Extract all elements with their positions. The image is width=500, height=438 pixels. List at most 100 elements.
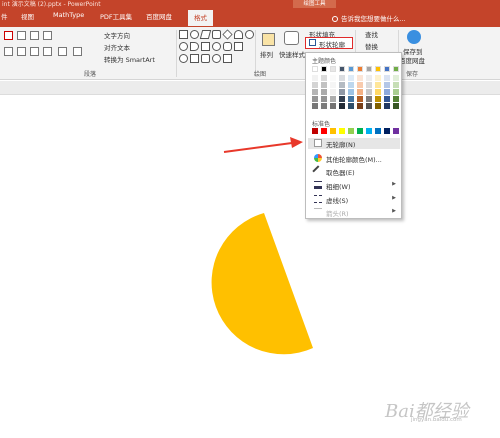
theme-color-swatch[interactable] [348, 96, 354, 102]
no-outline-item[interactable]: 无轮廓(N) [308, 138, 400, 149]
star-shape-icon[interactable] [223, 54, 232, 63]
shapes-gallery[interactable] [179, 29, 254, 64]
theme-color-swatch[interactable] [375, 96, 381, 102]
quick-styles-icon[interactable] [284, 31, 299, 45]
standard-color-swatch[interactable] [357, 128, 363, 134]
standard-color-swatch[interactable] [384, 128, 390, 134]
standard-color-swatch[interactable] [321, 128, 327, 134]
theme-color-swatch[interactable] [339, 82, 345, 88]
bullet-list-icon[interactable] [4, 31, 13, 40]
ring-shape-icon[interactable] [179, 42, 188, 51]
line-spacing-icon[interactable] [73, 47, 82, 56]
theme-color-swatch[interactable] [357, 103, 363, 109]
theme-color-swatch[interactable] [393, 89, 399, 95]
smiley-shape-icon[interactable] [212, 42, 221, 51]
circle-shape-icon[interactable] [245, 30, 254, 39]
theme-color-swatch[interactable] [312, 89, 318, 95]
arch-shape-icon[interactable] [234, 30, 243, 39]
theme-color-swatch[interactable] [330, 96, 336, 102]
theme-color-swatch[interactable] [339, 66, 345, 72]
theme-color-swatch[interactable] [366, 82, 372, 88]
theme-color-swatch[interactable] [366, 75, 372, 81]
cloud-shape-icon[interactable] [201, 54, 210, 63]
theme-color-swatch[interactable] [330, 66, 336, 72]
dashes-item[interactable]: 虚线(S) ▶ [308, 194, 400, 205]
standard-color-swatch[interactable] [366, 128, 372, 134]
triangle-shape-icon[interactable] [190, 54, 199, 63]
half-round-shape-icon[interactable] [190, 42, 199, 51]
theme-color-swatch[interactable] [348, 82, 354, 88]
theme-color-swatch[interactable] [330, 82, 336, 88]
theme-color-swatch[interactable] [393, 82, 399, 88]
tell-me-box[interactable]: 告诉我您想要做什么... [332, 13, 406, 23]
theme-color-swatch[interactable] [339, 96, 345, 102]
theme-color-swatch[interactable] [375, 89, 381, 95]
standard-color-swatch[interactable] [312, 128, 318, 134]
align-left-icon[interactable] [4, 47, 13, 56]
cube-shape-icon[interactable] [234, 42, 243, 51]
theme-color-swatch[interactable] [321, 66, 327, 72]
theme-color-swatch[interactable] [384, 89, 390, 95]
align-right-icon[interactable] [30, 47, 39, 56]
theme-color-swatch[interactable] [375, 103, 381, 109]
half-circle-shape[interactable] [0, 96, 500, 438]
theme-color-swatch[interactable] [312, 75, 318, 81]
theme-color-swatch[interactable] [321, 96, 327, 102]
theme-color-swatch[interactable] [321, 75, 327, 81]
moon-shape-icon[interactable] [212, 54, 221, 63]
theme-color-swatch[interactable] [357, 89, 363, 95]
theme-color-swatch[interactable] [384, 103, 390, 109]
theme-color-swatch[interactable] [357, 96, 363, 102]
tab-file[interactable]: 件 [1, 11, 8, 21]
theme-color-swatch[interactable] [330, 103, 336, 109]
theme-color-swatch[interactable] [357, 75, 363, 81]
theme-color-swatch[interactable] [348, 103, 354, 109]
theme-color-swatch[interactable] [393, 103, 399, 109]
theme-color-swatch[interactable] [339, 89, 345, 95]
align-center-icon[interactable] [17, 47, 26, 56]
theme-color-swatch[interactable] [330, 75, 336, 81]
theme-color-swatch[interactable] [375, 82, 381, 88]
find-button[interactable]: 查找 [365, 29, 378, 39]
theme-color-swatch[interactable] [312, 82, 318, 88]
theme-color-swatch[interactable] [384, 66, 390, 72]
replace-button[interactable]: 替换 [365, 41, 378, 51]
theme-color-swatch[interactable] [384, 75, 390, 81]
arrange-icon[interactable] [262, 33, 275, 46]
quick-styles-button[interactable]: 快速样式 [279, 49, 305, 59]
indent-decrease-icon[interactable] [30, 31, 39, 40]
text-direction-button[interactable]: 文字方向 [104, 30, 130, 40]
theme-color-swatch[interactable] [348, 89, 354, 95]
more-colors-item[interactable]: 其他轮廓颜色(M)... [308, 153, 400, 164]
theme-color-swatch[interactable] [312, 103, 318, 109]
indent-increase-icon[interactable] [43, 31, 52, 40]
theme-color-swatch[interactable] [330, 89, 336, 95]
standard-color-swatch[interactable] [393, 128, 399, 134]
tab-pdf-tools[interactable]: PDF工具集 [100, 11, 132, 21]
slide-canvas[interactable] [0, 96, 500, 438]
theme-color-swatch[interactable] [348, 66, 354, 72]
theme-color-swatch[interactable] [366, 103, 372, 109]
tab-mathtype[interactable]: MathType [53, 11, 84, 19]
arrows-item[interactable]: 箭头(R) ▶ [308, 207, 400, 218]
theme-color-swatch[interactable] [375, 75, 381, 81]
tab-format[interactable]: 格式 [188, 10, 213, 26]
rectangle-shape-icon[interactable] [179, 30, 188, 39]
smartart-button[interactable]: 转换为 SmartArt [104, 54, 155, 64]
shape-outline-button[interactable]: 形状轮廓 [305, 37, 353, 49]
theme-color-swatch[interactable] [321, 103, 327, 109]
theme-color-swatch[interactable] [366, 66, 372, 72]
justify-icon[interactable] [43, 47, 52, 56]
arrange-button[interactable]: 排列 [260, 49, 273, 59]
theme-color-swatch[interactable] [321, 89, 327, 95]
weight-item[interactable]: 粗细(W) ▶ [308, 180, 400, 191]
rounded-rect-shape-icon[interactable] [212, 30, 221, 39]
parallelogram-shape-icon[interactable] [199, 30, 212, 39]
standard-color-swatch[interactable] [348, 128, 354, 134]
theme-color-swatch[interactable] [366, 96, 372, 102]
tab-view[interactable]: 视图 [21, 11, 34, 21]
theme-color-swatch[interactable] [312, 66, 318, 72]
theme-color-swatch[interactable] [393, 75, 399, 81]
pie-shape-icon[interactable] [179, 54, 188, 63]
theme-color-swatch[interactable] [339, 103, 345, 109]
